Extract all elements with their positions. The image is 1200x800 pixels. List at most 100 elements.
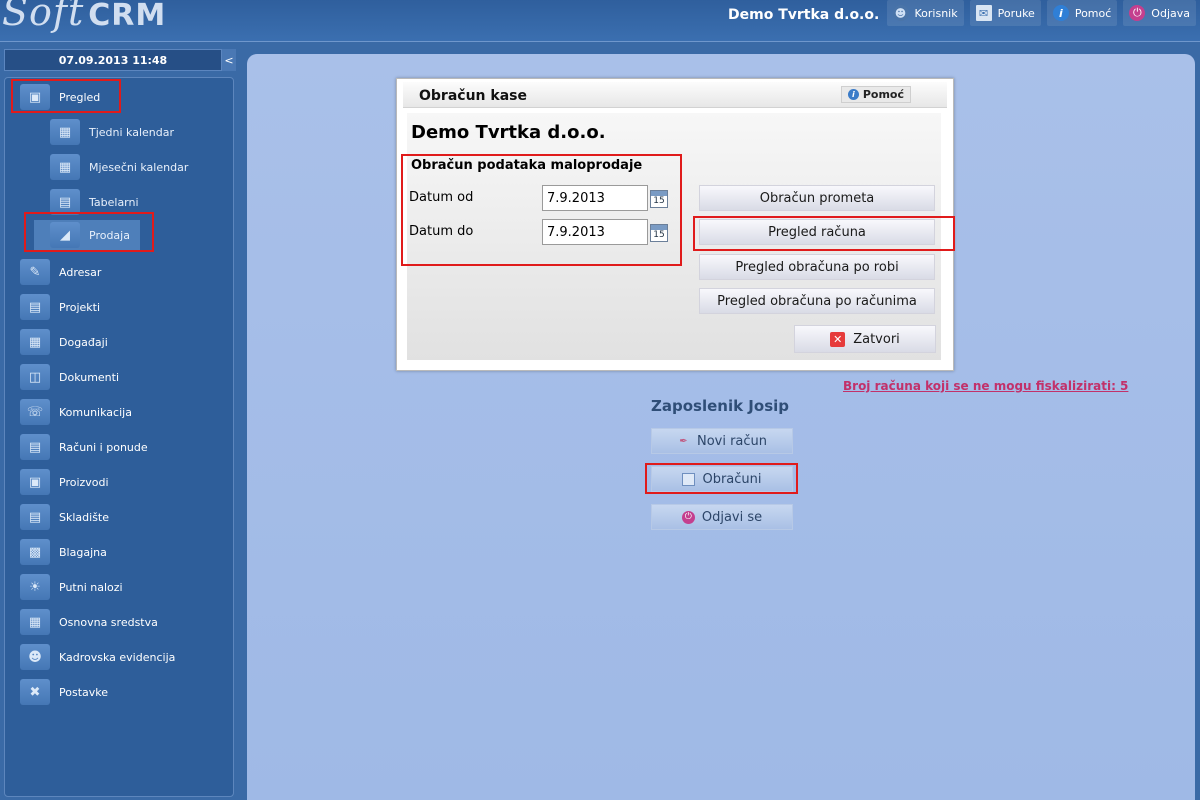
dialog-titlebar: Obračun kase i Pomoć	[403, 82, 947, 108]
hr-icon: ☻	[20, 644, 50, 670]
sidebar-item-dogadaji[interactable]: ▦ Događaji	[20, 327, 108, 357]
sidebar-item-label: Prodaja	[89, 228, 130, 242]
invoices-icon: ▤	[20, 434, 50, 460]
sidebar-item-putni-nalozi[interactable]: ☀ Putni nalozi	[20, 572, 123, 602]
logo-crm: CRM	[88, 0, 167, 33]
calendar-icon[interactable]: 15	[650, 190, 668, 208]
sidebar-item-komunikacija[interactable]: ☏ Komunikacija	[20, 397, 132, 427]
mail-icon: ✉	[975, 5, 992, 21]
sidebar-item-label: Blagajna	[59, 545, 107, 559]
nav-poruke[interactable]: ✉ Poruke	[969, 0, 1041, 26]
events-icon: ▦	[20, 329, 50, 355]
dialog-help-button[interactable]: i Pomoć	[840, 86, 911, 103]
fixed-assets-icon: ▦	[20, 609, 50, 635]
sidebar-item-tabelarni[interactable]: ▤ Tabelarni	[50, 187, 139, 217]
logo-soft: Soft	[2, 0, 85, 34]
table-icon: ▤	[50, 189, 80, 215]
sidebar-item-label: Kadrovska evidencija	[59, 650, 176, 664]
sidebar-item-proizvodi[interactable]: ▣ Proizvodi	[20, 467, 109, 497]
calendar-icon[interactable]: 15	[650, 224, 668, 242]
logout-button[interactable]: ⏻ Odjavi se	[651, 504, 793, 530]
sidebar-collapse-button[interactable]: <	[222, 49, 236, 71]
sidebar-item-label: Postavke	[59, 685, 109, 699]
sidebar-item-label: Pregled	[59, 90, 101, 104]
sidebar-item-dokumenti[interactable]: ◫ Dokumenti	[20, 362, 119, 392]
sidebar-item-label: Proizvodi	[59, 475, 109, 489]
sidebar-item-label: Tjedni kalendar	[89, 125, 175, 139]
nav-poruke-label: Poruke	[997, 6, 1035, 20]
nav-pomoc[interactable]: i Pomoć	[1046, 0, 1118, 26]
calendar-month-icon: ▦	[50, 154, 80, 180]
new-invoice-button[interactable]: ✒ Novi račun	[651, 428, 793, 454]
power-icon: ⏻	[1129, 5, 1146, 21]
sidebar-item-projekti[interactable]: ▤ Projekti	[20, 292, 100, 322]
sidebar-item-osnovna-sredstva[interactable]: ▦ Osnovna sredstva	[20, 607, 158, 637]
sales-icon: ◢	[50, 222, 80, 248]
nav-pomoc-label: Pomoć	[1074, 6, 1112, 20]
sidebar-item-tjedni-kalendar[interactable]: ▦ Tjedni kalendar	[50, 117, 174, 147]
logout-label: Odjavi se	[701, 509, 763, 525]
address-book-icon: ✎	[20, 259, 50, 285]
sidebar-datetime: 07.09.2013 11:48	[4, 49, 222, 71]
app-logo: Soft CRM	[2, 0, 166, 34]
communication-icon: ☏	[20, 399, 50, 425]
date-from-label: Datum od	[409, 190, 474, 205]
products-icon: ▣	[20, 469, 50, 495]
settings-icon: ✖	[20, 679, 50, 705]
sidebar-item-label: Komunikacija	[59, 405, 132, 419]
header-company-name: Demo Tvrtka d.o.o.	[728, 7, 880, 23]
sidebar-item-mjesecni-kalendar[interactable]: ▦ Mjesečni kalendar	[50, 152, 188, 182]
dialog-help-label: Pomoć	[862, 88, 904, 101]
travel-orders-icon: ☀	[20, 574, 50, 600]
sidebar-item-pregled[interactable]: ▣ Pregled	[20, 82, 100, 112]
documents-icon: ◫	[20, 364, 50, 390]
new-invoice-label: Novi račun	[696, 433, 768, 449]
date-to-input[interactable]	[542, 219, 648, 245]
sidebar-item-label: Računi i ponude	[59, 440, 148, 454]
table-icon	[682, 472, 696, 486]
sidebar-item-kadrovska-evidencija[interactable]: ☻ Kadrovska evidencija	[20, 642, 175, 672]
info-icon: i	[847, 89, 859, 100]
sidebar-item-label: Osnovna sredstva	[59, 615, 158, 629]
header-bar: Soft CRM Demo Tvrtka d.o.o. ☻ Korisnik ✉ …	[0, 0, 1200, 42]
dialog-company-name: Demo Tvrtka d.o.o.	[411, 122, 606, 143]
close-button[interactable]: ✕ Zatvori	[794, 325, 936, 353]
nav-korisnik-label: Korisnik	[914, 6, 958, 20]
close-icon: ✕	[830, 331, 846, 347]
sidebar-item-skladiste[interactable]: ▤ Skladište	[20, 502, 109, 532]
sidebar-item-postavke[interactable]: ✖ Postavke	[20, 677, 108, 707]
turnover-settlement-button[interactable]: Obračun prometa	[699, 185, 935, 211]
section-title: Obračun podataka maloprodaje	[411, 158, 643, 173]
nav-korisnik[interactable]: ☻ Korisnik	[886, 0, 964, 26]
nav-odjava-label: Odjava	[1151, 6, 1190, 20]
sidebar-item-label: Mjesečni kalendar	[89, 160, 189, 174]
calendar-week-icon: ▦	[50, 119, 80, 145]
unfiscalized-invoices-link[interactable]: Broj računa koji se ne mogu fiskalizirat…	[843, 379, 1128, 393]
settlements-button[interactable]: Obračuni	[651, 466, 793, 492]
invoice-review-button[interactable]: Pregled računa	[699, 219, 935, 245]
settlements-label: Obračuni	[702, 471, 762, 487]
sidebar-item-blagajna[interactable]: ▩ Blagajna	[20, 537, 107, 567]
date-to-label: Datum do	[409, 224, 474, 239]
sidebar-item-label: Skladište	[59, 510, 109, 524]
nav-odjava[interactable]: ⏻ Odjava	[1123, 0, 1196, 26]
sidebar-item-label: Adresar	[59, 265, 102, 279]
sidebar-item-label: Putni nalozi	[59, 580, 123, 594]
sidebar-item-label: Tabelarni	[89, 195, 139, 209]
sidebar-item-prodaja[interactable]: ◢ Prodaja	[34, 220, 140, 250]
dialog-title: Obračun kase	[419, 88, 527, 104]
sidebar-item-adresar[interactable]: ✎ Adresar	[20, 257, 101, 287]
settlement-by-invoices-button[interactable]: Pregled obračuna po računima	[699, 288, 935, 314]
sidebar-item-label: Projekti	[59, 300, 101, 314]
top-navigation: ☻ Korisnik ✉ Poruke i Pomoć ⏻ Odjava	[886, 0, 1196, 26]
warehouse-icon: ▤	[20, 504, 50, 530]
sidebar-item-racuni-i-ponude[interactable]: ▤ Računi i ponude	[20, 432, 148, 462]
employee-name: Zaposlenik Josip	[651, 397, 789, 415]
user-icon: ☻	[892, 5, 909, 21]
power-icon: ⏻	[681, 510, 695, 524]
cashbox-icon: ▩	[20, 539, 50, 565]
settlement-by-goods-button[interactable]: Pregled obračuna po robi	[699, 254, 935, 280]
date-from-input[interactable]	[542, 185, 648, 211]
close-label: Zatvori	[853, 331, 900, 347]
sidebar-item-label: Dokumenti	[59, 370, 120, 384]
